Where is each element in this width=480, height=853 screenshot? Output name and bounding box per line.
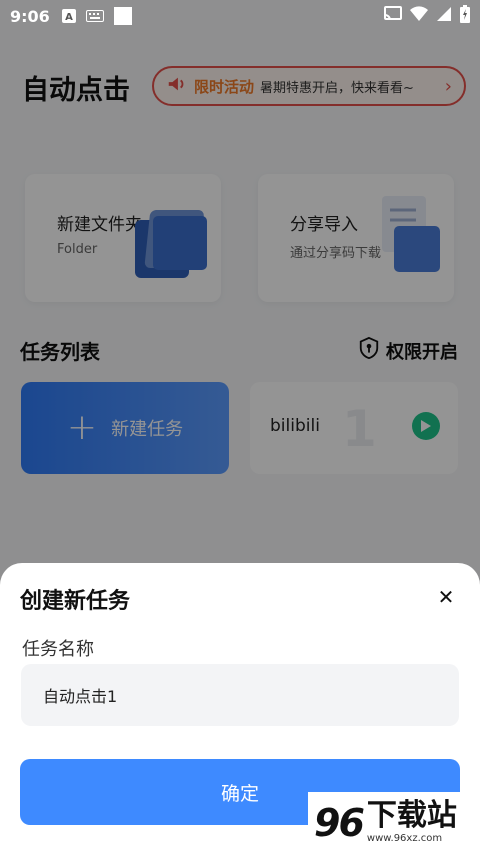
site-watermark: 96 下载站 www.96xz.com bbox=[308, 792, 480, 853]
keyboard-icon bbox=[85, 10, 104, 22]
task-name-label: 任务名称 bbox=[22, 639, 94, 660]
font-icon: A bbox=[61, 9, 76, 23]
close-icon[interactable]: ✕ bbox=[434, 585, 458, 609]
wifi-icon bbox=[410, 6, 428, 26]
cast-icon bbox=[384, 6, 402, 26]
watermark-logo: 96 bbox=[314, 800, 365, 845]
status-bar: 9:06 A bbox=[0, 0, 480, 32]
signal-icon bbox=[436, 6, 452, 26]
dialog-title: 创建新任务 bbox=[20, 589, 131, 614]
watermark-url: www.96xz.com bbox=[366, 833, 443, 844]
status-time: 9:06 bbox=[10, 6, 50, 26]
battery-icon bbox=[460, 5, 470, 27]
task-name-input[interactable] bbox=[21, 664, 459, 726]
svg-text:A: A bbox=[65, 12, 73, 23]
notification-square-icon bbox=[113, 7, 132, 25]
watermark-text: 下载站 bbox=[366, 798, 457, 833]
